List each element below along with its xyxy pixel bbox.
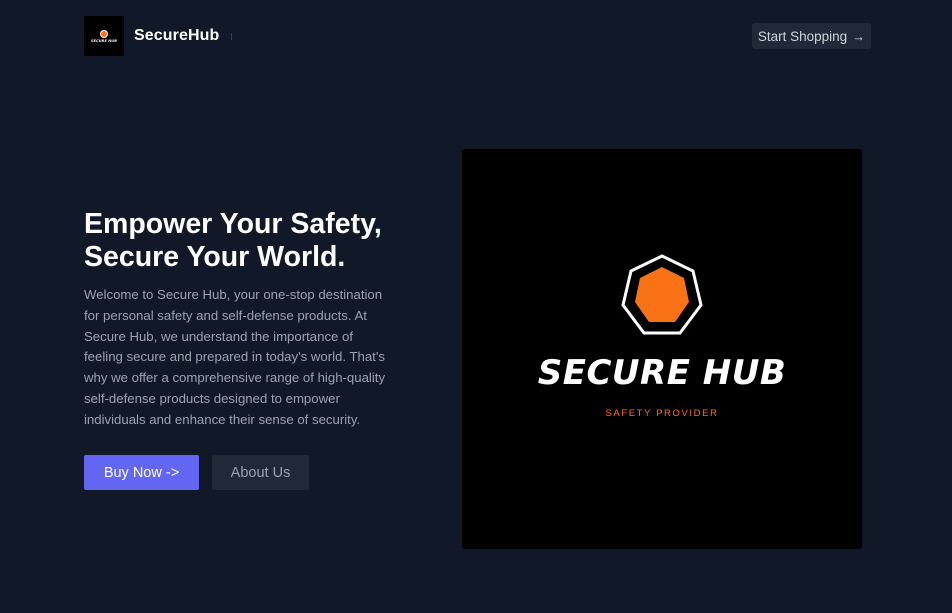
- hero-logo-title: SECURE HUB: [537, 353, 787, 393]
- arrow-right-icon: →: [852, 28, 866, 44]
- hero-description: Welcome to Secure Hub, your one-stop des…: [84, 287, 386, 427]
- about-us-button[interactable]: About Us: [212, 455, 309, 490]
- heptagon-shield-icon: [621, 254, 703, 335]
- brand-name[interactable]: SecureHub: [134, 27, 219, 45]
- logo-mini-text: SECURE HUB: [90, 38, 118, 43]
- logo-mark-icon: [100, 29, 108, 38]
- hero-image: SECURE HUB SAFETY PROVIDER: [462, 149, 862, 549]
- start-shopping-button[interactable]: Start Shopping →: [752, 23, 871, 49]
- brand-logo[interactable]: SECURE HUB: [84, 16, 124, 56]
- hero-title: Empower Your Safety, Secure Your World.: [84, 208, 424, 273]
- hero-title-line-1: Empower Your Safety,: [84, 208, 382, 240]
- landing-page: SECURE HUB SecureHub Start Shopping → Em…: [0, 0, 952, 613]
- brand-divider: [231, 32, 233, 40]
- buy-now-button[interactable]: Buy Now ->: [84, 455, 199, 490]
- hero-logo-subtitle: SAFETY PROVIDER: [605, 408, 719, 419]
- brand[interactable]: SECURE HUB SecureHub: [84, 16, 233, 56]
- hero-title-line-2: Secure Your World.: [84, 240, 346, 273]
- start-shopping-label: Start Shopping: [757, 28, 848, 44]
